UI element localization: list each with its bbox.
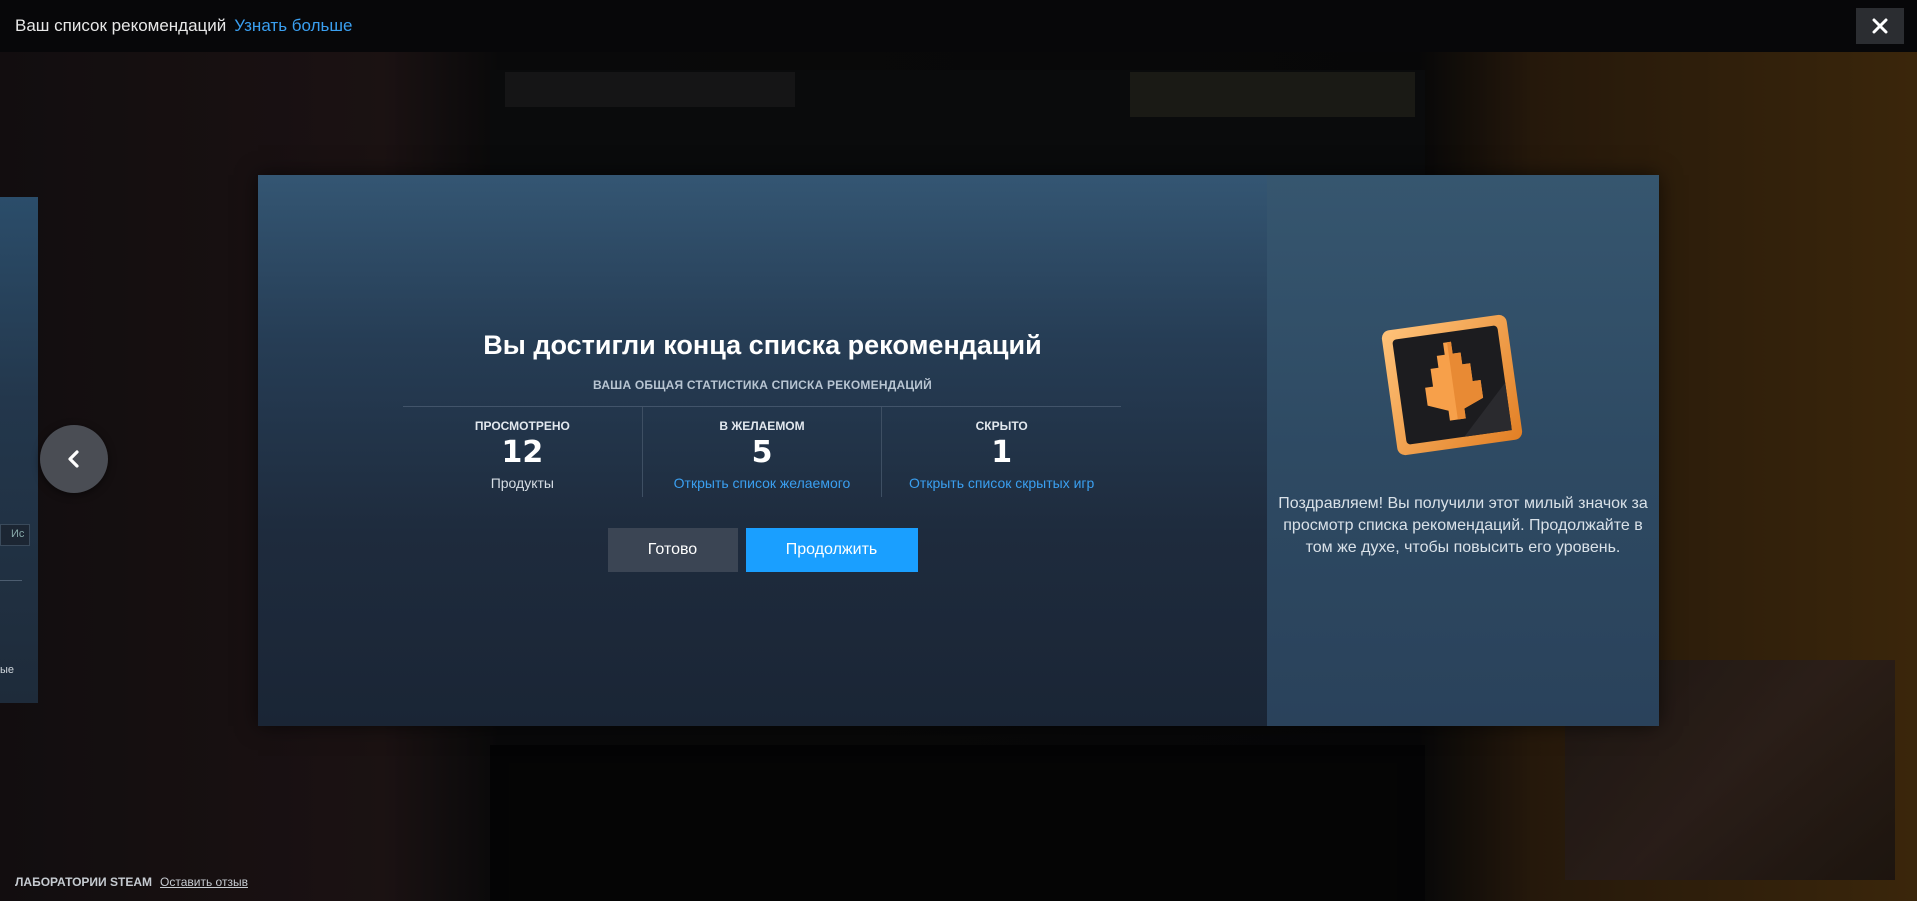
stat-hidden: СКРЫТО 1 Открыть список скрытых игр — [882, 407, 1121, 497]
stat-label: В ЖЕЛАЕМОМ — [719, 419, 805, 433]
stats-row: ПРОСМОТРЕНО 12 Продукты В ЖЕЛАЕМОМ 5 Отк… — [403, 407, 1121, 497]
open-wishlist-link[interactable]: Открыть список желаемого — [643, 475, 882, 491]
modal-main: Вы достигли конца списка рекомендаций ВА… — [258, 175, 1267, 726]
stat-sub: Продукты — [490, 475, 554, 491]
chevron-left-icon — [68, 450, 79, 468]
close-button[interactable] — [1856, 8, 1904, 44]
stat-label: ПРОСМОТРЕНО — [474, 419, 570, 433]
close-icon — [1872, 18, 1888, 34]
divider — [0, 580, 22, 581]
continue-button[interactable]: Продолжить — [745, 528, 918, 572]
stat-label: СКРЫТО — [975, 419, 1028, 433]
stat-value: 5 — [751, 435, 773, 470]
previous-button[interactable] — [40, 425, 108, 493]
steam-labs-label: ЛАБОРАТОРИИ STEAM — [15, 875, 153, 889]
top-bar: Ваш список рекомендаций Узнать больше — [0, 0, 1917, 52]
footer: ЛАБОРАТОРИИ STEAM Оставить отзыв — [15, 875, 248, 889]
action-buttons: Готово Продолжить — [258, 528, 1267, 572]
queue-title: Ваш список рекомендаций — [15, 16, 227, 35]
stat-wishlist: В ЖЕЛАЕМОМ 5 Открыть список желаемого — [643, 407, 883, 497]
done-button[interactable]: Готово — [607, 528, 738, 572]
badge-panel: Поздравляем! Вы получили этот милый знач… — [1267, 175, 1659, 726]
discovery-queue-badge-icon — [1381, 314, 1523, 456]
stats-subtitle: ВАША ОБЩАЯ СТАТИСТИКА СПИСКА РЕКОМЕНДАЦИ… — [593, 378, 932, 392]
feedback-link[interactable]: Оставить отзыв — [160, 875, 248, 889]
badge-message: Поздравляем! Вы получили этот милый знач… — [1278, 495, 1648, 556]
previous-card[interactable]: Ис ые — [0, 197, 38, 703]
open-hidden-games-link[interactable]: Открыть список скрытых игр — [882, 475, 1121, 491]
stat-value: 1 — [991, 435, 1013, 470]
end-of-queue-modal: Вы достигли конца списка рекомендаций ВА… — [258, 175, 1659, 726]
previous-card-text: ые — [0, 664, 15, 676]
previous-card-tab: Ис — [0, 524, 30, 546]
modal-title: Вы достигли конца списка рекомендаций — [483, 330, 1042, 360]
stat-viewed: ПРОСМОТРЕНО 12 Продукты — [403, 407, 643, 497]
learn-more-link[interactable]: Узнать больше — [234, 16, 352, 36]
stat-value: 12 — [501, 435, 544, 470]
